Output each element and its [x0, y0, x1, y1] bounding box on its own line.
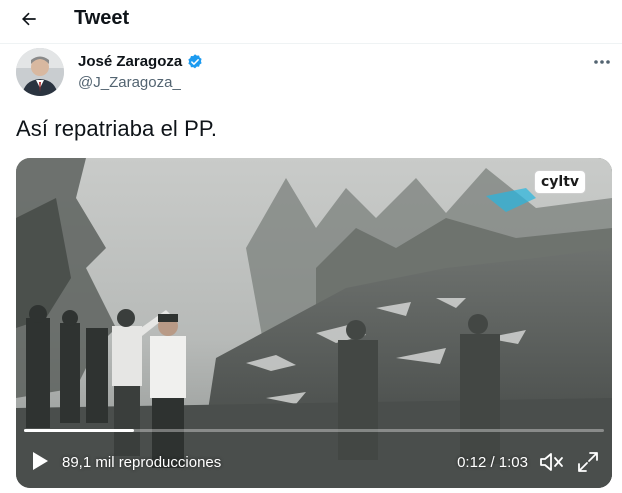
arrow-left-icon — [22, 12, 36, 26]
video-controls: 89,1 mil reproducciones 0:12 / 1:03 — [16, 444, 612, 480]
mute-button[interactable] — [538, 450, 564, 474]
avatar-image — [16, 48, 64, 96]
video-player[interactable]: cyltv 89,1 mil reproducciones 0:12 / 1:0… — [16, 158, 612, 488]
play-icon — [33, 452, 48, 470]
page-title: Tweet — [74, 7, 130, 29]
more-horizontal-icon — [594, 60, 610, 64]
tweet-author: José Zaragoza @J_Zaragoza_ — [16, 48, 616, 100]
fullscreen-icon — [578, 452, 598, 472]
channel-logo: cyltv — [534, 170, 587, 194]
author-handle[interactable]: @J_Zaragoza_ — [78, 74, 181, 91]
author-name[interactable]: José Zaragoza — [78, 52, 204, 70]
video-progress-bar[interactable] — [24, 429, 604, 432]
author-name-text: José Zaragoza — [78, 52, 183, 70]
volume-muted-icon — [540, 453, 563, 471]
view-count: 89,1 mil reproducciones — [62, 454, 222, 471]
more-options-button[interactable] — [588, 50, 616, 74]
play-button[interactable] — [30, 450, 50, 472]
video-progress-fill — [24, 429, 135, 432]
fullscreen-button[interactable] — [576, 450, 600, 474]
verified-badge-icon — [188, 54, 202, 69]
top-bar: Tweet — [0, 0, 622, 44]
back-button[interactable] — [10, 2, 48, 36]
avatar[interactable] — [16, 48, 64, 96]
tweet-page: Tweet José Zaragoza @J_Zaragoza_ Así rep… — [0, 0, 622, 493]
video-time: 0:12 / 1:03 — [457, 454, 528, 471]
tweet-text: Así repatriaba el PP. — [16, 116, 218, 141]
video-frame — [16, 158, 612, 488]
